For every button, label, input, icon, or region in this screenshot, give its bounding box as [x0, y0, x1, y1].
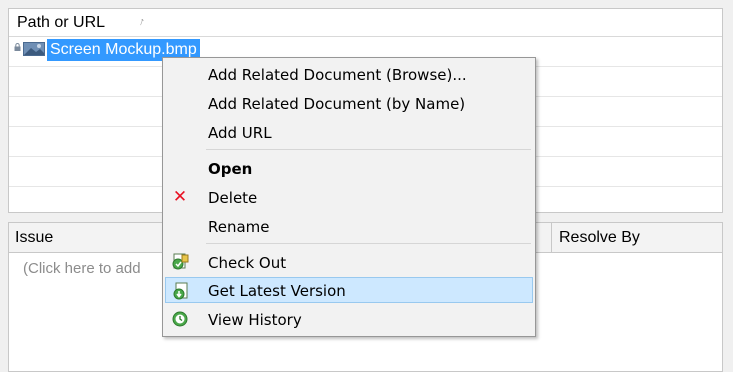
menu-item-add-url[interactable]: Add URL [165, 119, 533, 145]
menu-item-add-related-document-by-name[interactable]: Add Related Document (by Name) [165, 90, 533, 116]
menu-item-label: Rename [208, 218, 270, 236]
image-file-icon [23, 42, 45, 56]
view-history-icon [172, 311, 188, 327]
check-out-icon [172, 253, 189, 270]
menu-separator [206, 243, 531, 244]
menu-item-view-history[interactable]: View History [165, 306, 533, 332]
resolve-by-column-header[interactable]: Resolve By [559, 229, 640, 247]
menu-item-check-out[interactable]: Check Out [165, 249, 533, 275]
menu-item-label: Add Related Document (by Name) [208, 95, 466, 113]
path-or-url-header-label: Path or URL [17, 14, 106, 31]
get-latest-version-icon [173, 282, 188, 300]
menu-item-label: View History [208, 311, 302, 329]
menu-item-rename[interactable]: Rename [165, 213, 533, 239]
menu-item-add-related-document-browse[interactable]: Add Related Document (Browse)... [165, 61, 533, 87]
issue-column-header[interactable]: Issue [15, 229, 53, 247]
menu-item-label: Check Out [208, 254, 287, 272]
menu-item-label: Add Related Document (Browse)... [208, 66, 467, 84]
delete-x-icon: ✕ [172, 187, 188, 207]
sort-ascending-icon: ↑ [137, 15, 147, 29]
menu-item-label: Add URL [208, 124, 272, 142]
menu-item-get-latest-version[interactable]: Get Latest Version [165, 277, 533, 303]
path-or-url-column-header[interactable]: Path or URL ↑ [9, 9, 722, 37]
add-issue-placeholder[interactable]: (Click here to add [23, 260, 141, 277]
column-divider[interactable] [551, 223, 552, 252]
context-menu: Add Related Document (Browse)... Add Rel… [162, 57, 536, 337]
menu-item-open[interactable]: Open [165, 155, 533, 181]
menu-item-label: Open [208, 160, 253, 178]
menu-item-delete[interactable]: ✕ Delete [165, 184, 533, 210]
menu-separator [206, 149, 531, 150]
menu-item-label: Delete [208, 189, 258, 207]
menu-item-label: Get Latest Version [208, 282, 346, 300]
lock-icon [14, 43, 21, 51]
